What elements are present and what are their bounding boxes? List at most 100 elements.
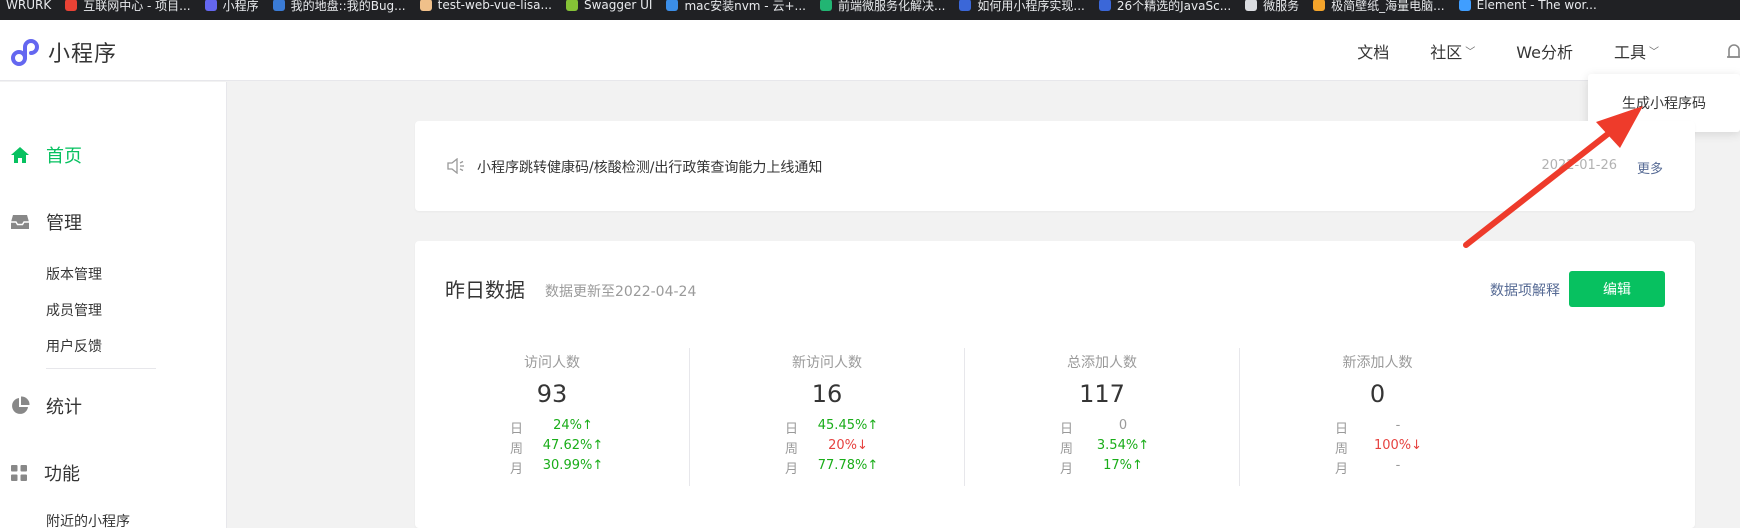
chevron-down-icon: ﹀: [1465, 47, 1476, 58]
metric-trend-row: 月 17%↑: [1060, 458, 1158, 477]
trend-period: 月: [785, 462, 799, 477]
sidebar-item-nearby[interactable]: 附近的小程序: [46, 511, 130, 528]
pie-chart-icon: [12, 396, 30, 414]
speaker-icon: [447, 158, 464, 174]
sidebar-item-features[interactable]: 功能: [10, 460, 80, 486]
bookmark-label: 小程序: [222, 0, 259, 13]
metric-value: 16: [811, 380, 843, 408]
generate-qrcode-menu-item[interactable]: 生成小程序码: [1622, 93, 1706, 113]
metric-trend-row: 月 30.99%↑: [510, 458, 608, 477]
nav-we-analysis[interactable]: We分析: [1516, 39, 1573, 63]
bookmark-item[interactable]: mac安装nvm - 云+...: [666, 0, 806, 14]
bookmark-item[interactable]: 微服务: [1245, 0, 1299, 14]
trend-value: -: [1395, 418, 1401, 433]
sidebar-item-home[interactable]: 首页: [10, 142, 82, 168]
metric-card: 总添加人数 117 日 0 周 3.54%↑ 月 17%↑: [965, 348, 1240, 486]
metric-trend-row: 日 45.45%↑: [785, 418, 883, 437]
bookmark-favicon-icon: [819, 0, 832, 11]
bookmark-favicon-icon: [272, 0, 285, 11]
metric-card: 访问人数 93 日 24%↑ 周 47.62%↑ 月 30.99%↑: [415, 348, 690, 486]
bookmark-item[interactable]: 如何用小程序实现...: [959, 0, 1085, 14]
bookmark-item[interactable]: 前端微服务化解决...: [819, 0, 946, 14]
sidebar-item-version[interactable]: 版本管理: [46, 264, 102, 284]
bookmark-label: test-web-vue-lisa...: [437, 0, 552, 12]
bookmark-label: 微服务: [1263, 0, 1300, 13]
trend-period: 月: [510, 462, 524, 477]
sidebar-item-manage[interactable]: 管理: [10, 209, 82, 235]
bookmark-favicon-icon: [959, 0, 972, 11]
trend-period: 周: [1060, 442, 1074, 457]
grid-icon: [11, 465, 27, 481]
trend-period: 月: [1335, 462, 1349, 477]
logo[interactable]: 小程序: [10, 36, 117, 68]
top-nav: 文档 社区 ﹀ We分析 工具 ﹀: [1357, 20, 1700, 81]
bookmark-label: 互联网中心 - 项目...: [83, 0, 191, 13]
notice-link[interactable]: 小程序跳转健康码/核酸检测/出行政策查询能力上线通知: [477, 157, 822, 177]
nav-community-label: 社区: [1430, 42, 1463, 62]
sidebar-item-stats-label: 统计: [46, 397, 82, 418]
bookmark-favicon-icon: [1458, 0, 1471, 11]
bookmark-item[interactable]: test-web-vue-lisa...: [419, 0, 552, 12]
metric-value: 117: [1079, 380, 1125, 408]
nav-tools[interactable]: 工具 ﹀: [1614, 39, 1659, 63]
bookmark-favicon-icon: [565, 0, 578, 11]
bookmark-item[interactable]: Swagger UI: [565, 0, 653, 12]
yesterday-stats-panel: 昨日数据 数据更新至2022-04-24 数据项解释 编辑 访问人数 93 日 24%…: [415, 241, 1695, 528]
stats-title: 昨日数据: [445, 278, 525, 302]
trend-value: 30.99%↑: [542, 458, 604, 473]
sidebar: 首页 管理 版本管理 成员管理 用户反馈 统计 功能 附近的小程序: [0, 82, 227, 528]
bookmark-label: 如何用小程序实现...: [977, 0, 1085, 13]
notice-panel: 小程序跳转健康码/核酸检测/出行政策查询能力上线通知 2022-01-26 更多: [415, 121, 1695, 211]
bookmark-item[interactable]: 我的地盘::我的Bug...: [272, 0, 406, 14]
trend-value: 17%↑: [1103, 458, 1143, 473]
metric-value: 93: [536, 380, 568, 408]
notice-date: 2022-01-26: [1541, 158, 1617, 173]
notice-more-link[interactable]: 更多: [1637, 158, 1663, 177]
metric-trend-row: 周 47.62%↑: [510, 438, 608, 457]
sidebar-item-feedback[interactable]: 用户反馈: [46, 336, 102, 356]
metric-card: 新添加人数 0 日 - 周 100%↓ 月 -: [1240, 348, 1515, 486]
bookmark-label: Element - The wor...: [1476, 0, 1597, 12]
edit-button[interactable]: 编辑: [1569, 271, 1665, 307]
trend-period: 日: [1060, 422, 1074, 437]
metric-trend-row: 日 24%↑: [510, 418, 608, 437]
trend-value: 100%↓: [1373, 438, 1423, 453]
metric-label: 新添加人数: [1342, 355, 1413, 371]
sidebar-item-features-label: 功能: [44, 464, 80, 485]
metric-trend-row: 月 77.78%↑: [785, 458, 883, 477]
trend-value: 77.78%↑: [817, 458, 879, 473]
bell-icon[interactable]: [1726, 42, 1740, 62]
sidebar-item-stats[interactable]: 统计: [10, 393, 82, 419]
bookmark-item[interactable]: 26个精选的JavaSc...: [1098, 0, 1231, 14]
trend-value: -: [1395, 458, 1401, 473]
metric-trend-row: 日0: [1060, 418, 1158, 437]
bookmark-item[interactable]: 小程序: [204, 0, 259, 14]
trend-value: 3.54%↑: [1096, 438, 1150, 453]
trend-value: 20%↓: [828, 438, 868, 453]
bookmark-label: 前端微服务化解决...: [837, 0, 946, 13]
home-icon: [11, 147, 29, 163]
bookmark-label: 极简壁纸_海量电脑...: [1331, 0, 1445, 13]
bookmark-favicon-icon: [65, 0, 78, 11]
trend-value: 24%↑: [553, 418, 593, 433]
trend-period: 日: [510, 422, 524, 437]
trend-period: 月: [1060, 462, 1074, 477]
bookmark-item[interactable]: Element - The wor...: [1458, 0, 1597, 12]
stats-explain-link[interactable]: 数据项解释: [1490, 280, 1560, 300]
trend-period: 周: [510, 442, 524, 457]
sidebar-item-members[interactable]: 成员管理: [46, 300, 102, 320]
nav-docs-label: 文档: [1357, 42, 1390, 62]
bookmark-item[interactable]: 互联网中心 - 项目...: [65, 0, 191, 14]
bookmark-label: Swagger UI: [583, 0, 653, 12]
metric-trend-row: 周 3.54%↑: [1060, 438, 1158, 457]
bookmark-item[interactable]: 极简壁纸_海量电脑...: [1313, 0, 1445, 14]
nav-tools-label: 工具: [1613, 42, 1646, 62]
miniprogram-logo-icon: [11, 39, 39, 66]
bookmark-item[interactable]: WRURK: [6, 0, 51, 12]
bookmark-favicon-icon: [204, 0, 217, 11]
trend-period: 周: [1335, 442, 1349, 457]
nav-docs[interactable]: 文档: [1357, 39, 1389, 63]
nav-community[interactable]: 社区 ﹀: [1430, 39, 1475, 63]
metric-trend-row: 周 20%↓: [785, 438, 883, 457]
bookmark-favicon-icon: [1245, 0, 1258, 11]
